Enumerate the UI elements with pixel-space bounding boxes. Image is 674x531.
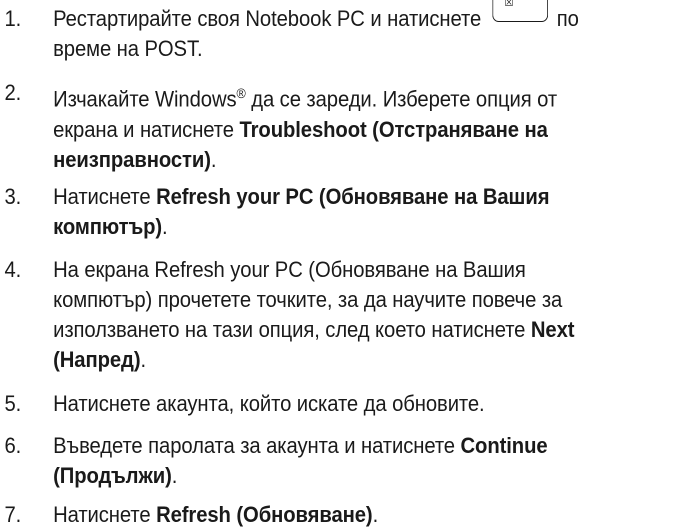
step-action-label: Next: [530, 317, 575, 342]
step-text-part: екрана и натиснете: [53, 116, 240, 142]
step-text-part: .: [171, 463, 178, 488]
step-number: 3.: [4, 184, 22, 209]
step-number: 5.: [4, 391, 22, 416]
keyboard-key-icon: ☒: [491, 0, 548, 22]
step-number: 6.: [4, 433, 22, 458]
step-text-part: да се зареди. Изберете опция от: [245, 86, 558, 112]
step-text-part: .: [140, 347, 147, 372]
step-text-part: .: [372, 502, 379, 527]
registered-mark: ®: [236, 85, 246, 101]
step-text-line: На екрана Refresh your PC (Обновяване на…: [53, 257, 526, 282]
step-text: Въведете паролата за акаунта и натиснете…: [53, 431, 665, 491]
step-text-line: време на POST.: [53, 36, 203, 61]
step-action-label: (Продължи): [53, 463, 172, 488]
step-text-part: по: [556, 6, 579, 31]
step-text-part: Натиснете: [53, 502, 157, 527]
step-text-line: Натиснете акаунта, който искате да обнов…: [53, 391, 485, 416]
step-number: 4.: [4, 257, 22, 282]
step-text: Изчакайте Windows® да се зареди. Изберет…: [53, 78, 665, 175]
step-text-part: .: [210, 146, 217, 172]
step-text-part: Въведете паролата за акаунта и натиснете: [53, 433, 461, 458]
step-text: Натиснете Refresh (Обновяване).: [53, 500, 665, 530]
step-number: 7.: [4, 502, 22, 527]
step-text-line: компютър) прочетете точките, за да научи…: [53, 287, 563, 312]
step-text-part: Изчакайте Windows: [53, 86, 237, 112]
key-glyph: ☒: [504, 0, 514, 9]
step-action-label: Refresh (Обновяване): [156, 502, 373, 527]
step-text-part: Натиснете: [53, 184, 157, 209]
step-number: 2.: [4, 80, 22, 105]
step-action-label: (Напред): [53, 347, 141, 372]
step-action-label: компютър): [53, 214, 163, 239]
step-number: 1.: [4, 6, 22, 31]
step-text: Натиснете Refresh your PC (Обновяване на…: [53, 182, 665, 242]
step-text: Натиснете акаунта, който искате да обнов…: [53, 389, 665, 419]
step-text: Рестартирайте своя Notebook PC и натисне…: [53, 0, 665, 64]
step-action-label: Refresh your PC (Обновяване на Вашия: [156, 184, 550, 209]
step-action-label: Continue: [460, 433, 548, 458]
step-text-part: Рестартирайте своя Notebook PC и натисне…: [53, 6, 482, 31]
instruction-steps: 1. Рестартирайте своя Notebook PC и нати…: [0, 0, 674, 531]
step-action-label: Troubleshoot (Отстраняване на: [239, 116, 548, 142]
step-action-label: неизправности): [53, 146, 211, 172]
step-text-part: използването на тази опция, след което н…: [53, 317, 531, 342]
step-text-part: .: [162, 214, 168, 239]
step-text: На екрана Refresh your PC (Обновяване на…: [53, 255, 665, 375]
